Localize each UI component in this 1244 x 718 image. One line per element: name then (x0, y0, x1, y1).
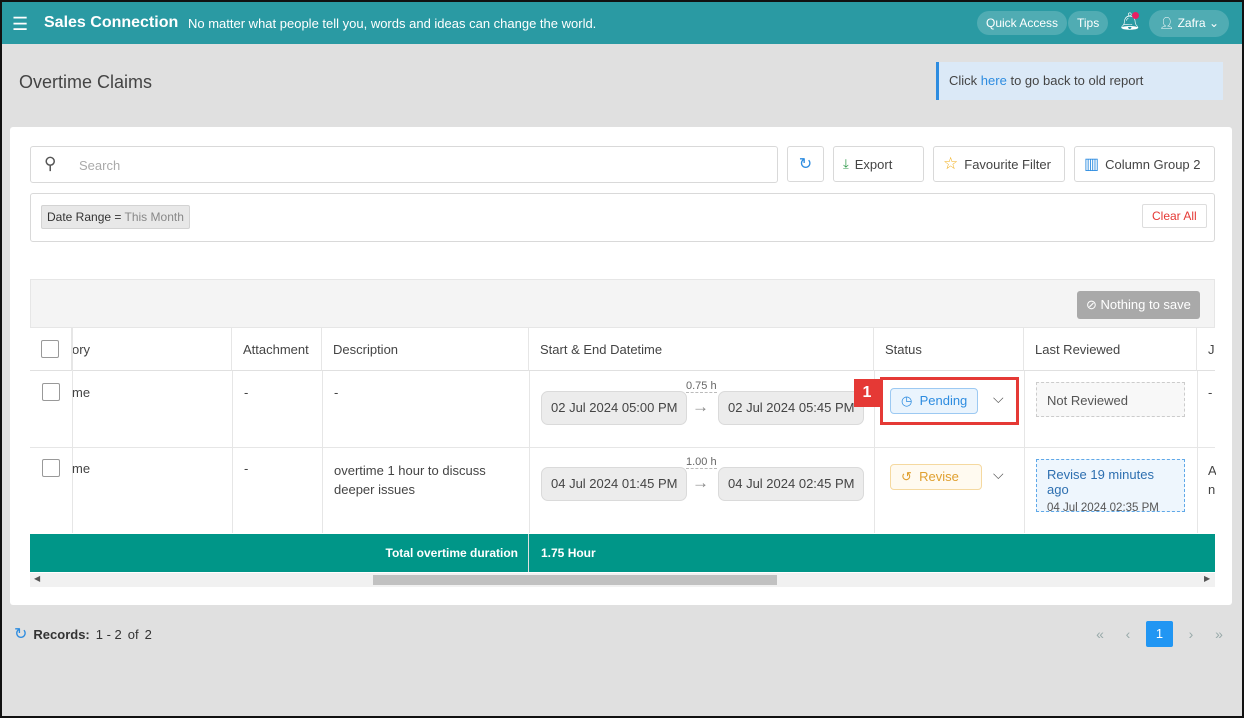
last-page-icon[interactable]: » (1209, 626, 1229, 642)
duration-label: 1.00 h (686, 456, 717, 469)
total-value: 1.75 Hour (541, 546, 596, 560)
chip-value: This Month (124, 210, 184, 224)
old-report-banner: Click here to go back to old report (936, 62, 1223, 100)
tagline: No matter what people tell you, words an… (188, 16, 597, 31)
column-header-last-reviewed[interactable]: Last Reviewed (1024, 328, 1197, 371)
records-range: 1 - 2 (95, 626, 122, 642)
search-placeholder: Search (79, 158, 121, 173)
page-1-button[interactable]: 1 (1146, 621, 1173, 647)
description-cell: - (334, 385, 339, 400)
notification-dot (1132, 12, 1139, 19)
chevron-down-icon: ⌄ (1208, 16, 1219, 30)
next-page-icon[interactable]: › (1181, 626, 1201, 642)
highlight-box (880, 377, 1019, 425)
status-label: Revise (919, 469, 959, 484)
scroll-left-icon[interactable]: ◀ (34, 574, 40, 583)
status-dropdown-revise[interactable]: ↺ Revise (890, 464, 982, 490)
column-header-attachment[interactable]: Attachment (232, 328, 322, 371)
total-label: Total overtime duration (385, 546, 518, 560)
select-all-checkbox[interactable] (41, 340, 59, 358)
history-icon: ↺ (901, 469, 912, 484)
search-icon: ⚲ (44, 154, 57, 173)
arrow-right-icon: → (692, 397, 709, 416)
horizontal-scrollbar[interactable]: ◀ ▶ (30, 573, 1215, 587)
records-info: ↻ Records: 1 - 2 of 2 (14, 624, 152, 644)
user-menu[interactable]: 👤︎ Zafra ⌄ (1149, 10, 1229, 37)
column-header-datetime[interactable]: Start & End Datetime (529, 328, 874, 371)
column-header-next[interactable]: J (1197, 328, 1215, 371)
hamburger-menu-icon[interactable]: ☰ (12, 14, 28, 35)
nothing-to-save-label: Nothing to save (1100, 297, 1191, 312)
category-cell: me (72, 461, 91, 476)
arrow-right-icon: → (692, 473, 709, 492)
select-all-header (30, 328, 72, 371)
annotation-marker: 1 (854, 379, 880, 407)
top-bar: ☰ Sales Connection No matter what people… (2, 2, 1242, 44)
nothing-to-save-button: ⊘ Nothing to save (1077, 291, 1200, 319)
end-datetime: 04 Jul 2024 02:45 PM (718, 467, 865, 501)
description-cell: overtime 1 hour to discuss deeper issues (334, 463, 486, 497)
records-of: of (127, 626, 139, 642)
last-reviewed-badge: Revise 19 minutes ago 04 Jul 2024 02:35 P… (1036, 459, 1185, 514)
user-name: Zafra (1177, 16, 1206, 30)
user-icon: 👤︎ (1159, 16, 1175, 30)
column-group-label: Column Group 2 (1105, 156, 1201, 172)
refresh-button[interactable]: ↻ (787, 146, 824, 182)
duration-label: 0.75 h (686, 380, 717, 393)
star-icon: ☆ (943, 154, 959, 173)
favourite-filter-label: Favourite Filter (964, 156, 1051, 172)
date-range-filter-chip[interactable]: Date Range = This Month (41, 205, 190, 229)
scrollbar-thumb[interactable] (373, 575, 777, 585)
category-cell: me (72, 385, 91, 400)
download-icon: ⤓ (843, 156, 849, 171)
table-toolbar: ⊘ Nothing to save (30, 279, 1215, 328)
records-total: 2 (144, 626, 152, 642)
start-datetime: 02 Jul 2024 05:00 PM (541, 391, 688, 425)
chevron-down-icon[interactable]: ⌵ (993, 466, 1004, 483)
row-checkbox[interactable] (42, 383, 60, 401)
filter-bar: Date Range = This Month Clear All (30, 193, 1215, 242)
last-reviewed-date: 04 Jul 2024 02:35 PM (1047, 502, 1159, 514)
columns-icon: ▥ (1084, 156, 1100, 173)
banner-text: Click (949, 73, 978, 88)
old-report-link[interactable]: here (981, 73, 1007, 88)
last-reviewed-badge: Not Reviewed (1036, 382, 1185, 417)
first-page-icon[interactable]: « (1090, 626, 1110, 642)
clear-all-button[interactable]: Clear All (1142, 204, 1207, 228)
records-label: Records: (33, 626, 90, 642)
end-datetime: 02 Jul 2024 05:45 PM (718, 391, 865, 425)
start-datetime: 04 Jul 2024 01:45 PM (541, 467, 688, 501)
banner-text: to go back to old report (1010, 73, 1144, 88)
refresh-icon: ↻ (798, 156, 813, 173)
column-header-status[interactable]: Status (874, 328, 1024, 371)
next-column-cell: A n (1208, 463, 1216, 497)
attachment-cell: - (244, 385, 249, 400)
search-input[interactable]: ⚲ Search (30, 146, 778, 183)
attachment-cell: - (244, 461, 249, 476)
column-header-description[interactable]: Description (322, 328, 529, 371)
chip-label: Date Range = (47, 210, 122, 224)
quick-access-button[interactable]: Quick Access (977, 11, 1068, 35)
scroll-right-icon[interactable]: ▶ (1204, 574, 1210, 583)
column-header-category[interactable]: ory (72, 328, 232, 371)
prev-page-icon[interactable]: ‹ (1118, 626, 1138, 642)
row-checkbox[interactable] (42, 459, 60, 477)
ban-icon: ⊘ (1086, 297, 1097, 312)
tips-button[interactable]: Tips (1068, 11, 1109, 35)
page-title: Overtime Claims (19, 72, 153, 92)
export-label: Export (854, 156, 893, 172)
next-column-cell: - (1208, 385, 1213, 400)
favourite-filter-button[interactable]: ☆ Favourite Filter (933, 146, 1065, 182)
export-button[interactable]: ⤓ Export (833, 146, 924, 182)
app-title[interactable]: Sales Connection (44, 14, 178, 32)
pagination: « ‹ 1 › » (1090, 621, 1229, 647)
last-reviewed-text: Revise 19 minutes ago (1047, 467, 1154, 497)
table-total-row: Total overtime duration 1.75 Hour (30, 534, 1215, 572)
refresh-icon[interactable]: ↻ (14, 624, 27, 644)
column-group-button[interactable]: ▥ Column Group 2 (1074, 146, 1215, 182)
